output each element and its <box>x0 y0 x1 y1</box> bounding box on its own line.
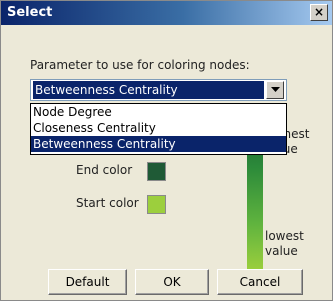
dropdown-arrow-button[interactable] <box>266 81 284 99</box>
start-color-label: Start color <box>76 196 139 210</box>
parameter-select-value: Betweenness Centrality <box>33 81 264 99</box>
close-button[interactable]: × <box>310 4 328 21</box>
end-color-label: End color <box>76 163 133 177</box>
end-color-swatch[interactable] <box>147 162 166 181</box>
start-color-swatch[interactable] <box>147 195 166 214</box>
cancel-button[interactable]: Cancel <box>217 269 303 295</box>
option-closeness-centrality[interactable]: Closeness Centrality <box>31 120 286 136</box>
lowest-label-line1: lowest <box>265 229 304 243</box>
title-bar[interactable]: Select × <box>1 1 332 25</box>
lowest-value-label: lowest value <box>265 229 304 259</box>
lowest-label-line2: value <box>265 244 298 258</box>
option-node-degree[interactable]: Node Degree <box>31 104 286 120</box>
parameter-select[interactable]: Betweenness Centrality <box>30 79 287 101</box>
chevron-down-icon <box>271 87 280 92</box>
parameter-label: Parameter to use for coloring nodes: <box>30 58 250 72</box>
dialog-title: Select <box>7 5 53 20</box>
ok-button[interactable]: OK <box>135 269 209 295</box>
option-betweenness-centrality[interactable]: Betweenness Centrality <box>31 136 286 152</box>
select-dialog: Select × Parameter to use for coloring n… <box>0 0 333 301</box>
parameter-options-list: Node Degree Closeness Centrality Between… <box>30 103 287 155</box>
default-button[interactable]: Default <box>48 269 127 295</box>
close-icon: × <box>313 5 325 19</box>
